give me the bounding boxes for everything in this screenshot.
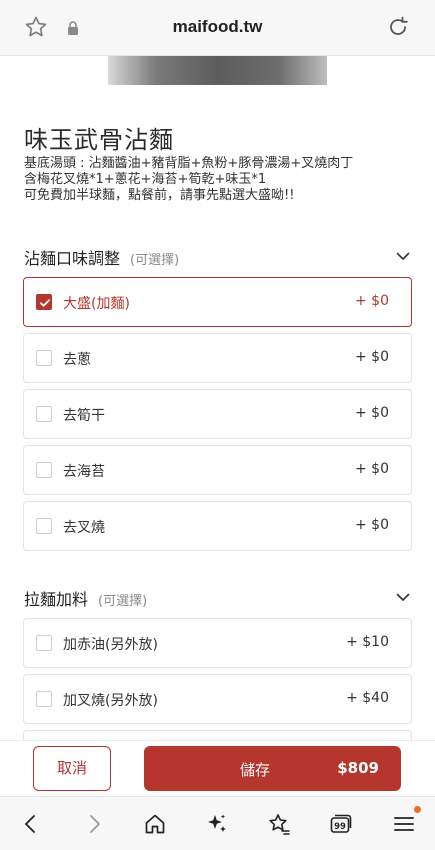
- description-line: 含梅花叉燒*1+蔥花+海苔+筍乾+味玉*1: [24, 172, 267, 187]
- back-icon[interactable]: [19, 812, 43, 836]
- notification-dot: [414, 806, 421, 813]
- option-label: 加赤油(另外放): [63, 637, 158, 653]
- dish-title: 味玉武骨沾麵: [24, 126, 174, 154]
- option-no-bamboo[interactable]: 去筍干 + $0: [23, 389, 412, 439]
- section-title: 沾麵口味調整: [24, 249, 121, 268]
- tabs-icon[interactable]: 99: [329, 812, 353, 836]
- checkbox[interactable]: [36, 518, 52, 534]
- address-bar-url[interactable]: maifood.tw: [0, 17, 435, 37]
- chevron-down-icon[interactable]: [396, 249, 410, 263]
- option-label: 去海苔: [63, 464, 105, 480]
- save-button[interactable]: 儲存 $809: [144, 746, 401, 791]
- option-price: + $0: [355, 517, 389, 533]
- option-label: 大盛(加麵): [63, 296, 130, 312]
- section-header-toppings[interactable]: 拉麵加料 (可選擇): [24, 586, 412, 610]
- description-line: 基底湯頭 : 沾麵醬油+豬背脂+魚粉+豚骨濃湯+叉燒肉丁: [24, 156, 354, 171]
- dish-description: 基底湯頭 : 沾麵醬油+豬背脂+魚粉+豚骨濃湯+叉燒肉丁 含梅花叉燒*1+蔥花+…: [24, 156, 419, 204]
- tabs-count: 99: [334, 822, 346, 832]
- checkbox[interactable]: [36, 406, 52, 422]
- description-line: 可免費加半球麵，點餐前，請事先點選大盛呦!!: [24, 188, 295, 203]
- option-label: 去蔥: [63, 352, 91, 368]
- section-title: 拉麵加料: [24, 590, 89, 609]
- total-price: $809: [337, 759, 379, 777]
- option-no-scallion[interactable]: 去蔥 + $0: [23, 333, 412, 383]
- option-add-chili-oil[interactable]: 加赤油(另外放) + $10: [23, 618, 412, 668]
- checkbox[interactable]: [36, 350, 52, 366]
- dish-image: [108, 56, 327, 85]
- chevron-down-icon[interactable]: [396, 590, 410, 604]
- section-optional-tag: (可選擇): [98, 594, 148, 609]
- option-price: + $0: [355, 405, 389, 421]
- option-label: 去叉燒: [63, 520, 105, 536]
- browser-top-bar: maifood.tw: [0, 0, 435, 56]
- favorites-icon[interactable]: [267, 812, 291, 836]
- option-no-seaweed[interactable]: 去海苔 + $0: [23, 445, 412, 495]
- option-large-noodle[interactable]: 大盛(加麵) + $0: [23, 277, 412, 327]
- section-optional-tag: (可選擇): [130, 253, 180, 268]
- action-bar: 取消 儲存 $809: [0, 740, 435, 796]
- option-label: 去筍干: [63, 408, 105, 424]
- home-icon[interactable]: [143, 812, 167, 836]
- checkbox[interactable]: [36, 462, 52, 478]
- option-price: + $0: [355, 349, 389, 365]
- option-no-chashu[interactable]: 去叉燒 + $0: [23, 501, 412, 551]
- option-price: + $10: [346, 634, 389, 650]
- checkbox[interactable]: [36, 691, 52, 707]
- browser-bottom-nav: 99: [0, 796, 435, 850]
- checkbox[interactable]: [36, 294, 52, 310]
- forward-icon[interactable]: [82, 812, 106, 836]
- check-icon: [40, 299, 50, 307]
- save-label: 儲存: [240, 761, 271, 779]
- reload-icon[interactable]: [386, 15, 410, 39]
- option-label: 加叉燒(另外放): [63, 693, 158, 709]
- sparkle-icon[interactable]: [205, 812, 229, 836]
- option-add-chashu[interactable]: 加叉燒(另外放) + $40: [23, 674, 412, 724]
- menu-icon[interactable]: [392, 812, 416, 836]
- checkbox[interactable]: [36, 635, 52, 651]
- option-price: + $0: [355, 293, 389, 309]
- option-price: + $40: [346, 690, 389, 706]
- option-price: + $0: [355, 461, 389, 477]
- cancel-button[interactable]: 取消: [33, 746, 111, 791]
- section-header-flavor[interactable]: 沾麵口味調整 (可選擇): [24, 245, 412, 269]
